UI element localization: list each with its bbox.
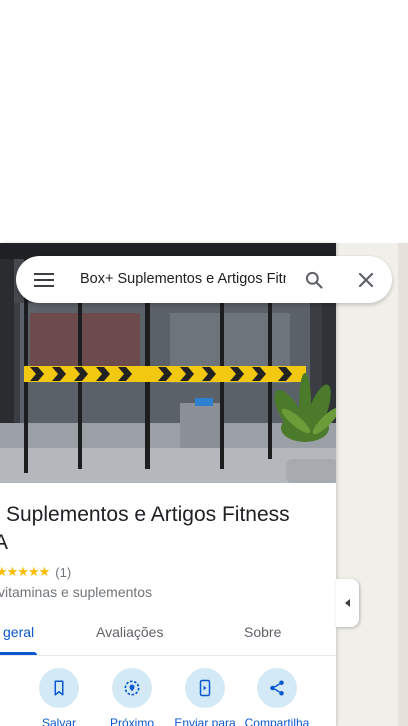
place-title: Suplementos e Artigos Fitness	[6, 503, 290, 526]
nearby-button[interactable]: Próximo	[94, 668, 170, 726]
rating-count[interactable]: (1)	[55, 565, 71, 580]
search-bar	[16, 256, 392, 303]
share-icon	[257, 668, 297, 708]
save-label: Salvar	[41, 716, 76, 726]
tab-overview[interactable]: geral	[3, 615, 34, 655]
star-rating-icon: ★★★★★	[0, 564, 50, 579]
tab-overview-label: geral	[3, 624, 35, 640]
place-category[interactable]: vitaminas e suplementos	[0, 584, 152, 600]
send-to-phone-label: Enviar para	[174, 716, 236, 726]
send-to-phone-button[interactable]: Enviar para	[167, 668, 243, 726]
search-icon	[305, 271, 323, 289]
place-title-continued: A	[0, 531, 9, 554]
menu-button[interactable]	[30, 268, 58, 292]
close-icon	[358, 272, 374, 288]
directions-button[interactable]	[0, 668, 18, 716]
nearby-icon	[112, 668, 152, 708]
tab-reviews-label: Avaliações	[96, 624, 164, 640]
place-panel: Suplementos e Artigos Fitness A ★★★★★ (1…	[0, 243, 336, 726]
tab-about-label: Sobre	[244, 624, 282, 640]
share-button[interactable]: Compartilha	[239, 668, 315, 726]
map-road	[398, 243, 408, 726]
nearby-label: Próximo	[109, 716, 154, 726]
share-label: Compartilha	[244, 716, 310, 726]
tab-active-indicator	[0, 652, 37, 655]
search-input[interactable]	[80, 268, 286, 290]
menu-icon	[34, 273, 54, 287]
tab-about[interactable]: Sobre	[244, 615, 281, 655]
close-button[interactable]	[352, 266, 380, 294]
search-button[interactable]	[300, 266, 328, 294]
bookmark-icon	[39, 668, 79, 708]
save-button[interactable]: Salvar	[21, 668, 97, 726]
collapse-panel-button[interactable]	[336, 579, 359, 627]
action-bar: Salvar Próximo Enviar para Compartilha	[0, 668, 336, 726]
chevron-left-icon	[344, 599, 350, 607]
send-to-phone-icon	[185, 668, 225, 708]
tab-bar: geral Avaliações Sobre	[0, 615, 336, 656]
rating-row[interactable]: ★★★★★ (1)	[0, 563, 71, 581]
tab-reviews[interactable]: Avaliações	[96, 615, 163, 655]
